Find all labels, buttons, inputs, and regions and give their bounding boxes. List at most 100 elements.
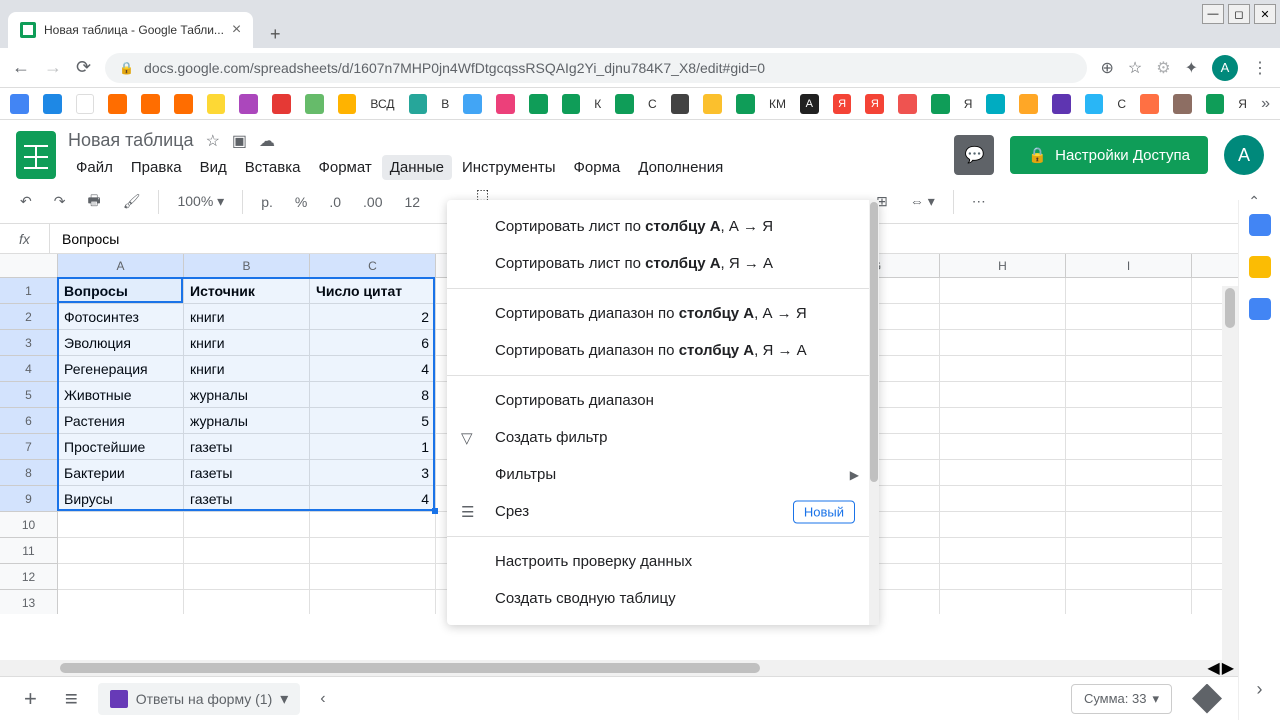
bookmark-icon[interactable] [898,94,917,114]
menu-данные[interactable]: Данные [382,155,452,180]
cell[interactable]: 1 [310,434,436,459]
cell[interactable]: книги [184,356,310,381]
bookmark-label[interactable]: КМ [769,97,786,111]
bookmark-icon[interactable]: Я [865,94,884,114]
url-field[interactable]: 🔒 docs.google.com/spreadsheets/d/1607n7M… [105,53,1086,83]
share-button[interactable]: 🔒 Настройки Доступа [1010,136,1208,174]
bookmark-label[interactable]: К [594,97,601,111]
bookmark-label[interactable]: В [441,97,449,111]
cell[interactable] [940,356,1066,381]
cell[interactable] [940,512,1066,537]
bookmark-icon[interactable] [615,94,634,114]
print-icon[interactable]: 🖶 [83,186,104,218]
star-icon[interactable]: ☆ [206,131,220,151]
bookmark-icon[interactable] [562,94,581,114]
bookmark-icon[interactable] [207,94,226,114]
dropdown-item[interactable]: Сортировать диапазон [447,382,879,419]
select-all-corner[interactable] [0,254,58,277]
row-header[interactable]: 7 [0,434,58,460]
menu-файл[interactable]: Файл [68,155,121,180]
bookmark-icon[interactable] [529,94,548,114]
bookmark-icon[interactable] [1085,94,1104,114]
cell[interactable] [940,304,1066,329]
bookmark-icon[interactable] [1052,94,1071,114]
cell[interactable]: Бактерии [58,460,184,485]
bookmark-icon[interactable] [272,94,291,114]
cell[interactable] [1066,512,1192,537]
move-icon[interactable]: ▣ [232,131,247,151]
cell[interactable] [184,564,310,589]
cell[interactable] [1066,330,1192,355]
cell[interactable] [310,564,436,589]
cell[interactable] [1066,486,1192,511]
sheets-logo-icon[interactable] [16,131,56,179]
menu-формат[interactable]: Формат [310,155,379,180]
reload-icon[interactable]: ⟳ [76,57,91,78]
cell[interactable] [58,512,184,537]
dropdown-item[interactable]: Сортировать диапазон по столбцу A, Я → А [447,332,879,369]
cell[interactable] [310,512,436,537]
bookmark-label[interactable]: С [648,97,657,111]
more-icon[interactable]: ⋯ [968,189,990,214]
cell[interactable] [1066,590,1192,614]
bookmark-icon[interactable] [141,94,160,114]
merge-icon[interactable]: ⇔ ▾ [906,189,939,214]
cell[interactable] [58,538,184,563]
cell[interactable] [1066,278,1192,303]
cell[interactable] [1066,460,1192,485]
cell[interactable]: журналы [184,408,310,433]
comments-button[interactable]: 💬 [954,135,994,175]
cell[interactable] [940,590,1066,614]
row-header[interactable]: 11 [0,538,58,564]
new-tab-button[interactable]: + [261,20,289,48]
vertical-scrollbar[interactable] [1222,286,1238,660]
bookmark-icon[interactable] [986,94,1005,114]
bookmark-label[interactable]: ВСД [370,97,394,111]
row-header[interactable]: 12 [0,564,58,590]
bookmark-icon[interactable] [496,94,515,114]
browser-tab[interactable]: Новая таблица - Google Табли... × [8,12,253,48]
menu-вид[interactable]: Вид [192,155,235,180]
cell[interactable]: журналы [184,382,310,407]
dropdown-item[interactable]: ☰СрезНовый [447,493,879,530]
cell[interactable]: 4 [310,486,436,511]
dropdown-item[interactable]: Настроить проверку данных [447,543,879,580]
sheet-tab[interactable]: Ответы на форму (1) ▾ [98,683,301,715]
cell[interactable] [310,590,436,614]
cell[interactable] [940,434,1066,459]
cell[interactable]: газеты [184,434,310,459]
zoom-icon[interactable]: ⊕ [1101,58,1114,78]
extensions-icon[interactable]: ✦ [1185,58,1198,78]
calendar-icon[interactable] [1249,214,1271,236]
cell[interactable]: Вирусы [58,486,184,511]
cell[interactable]: 4 [310,356,436,381]
cell[interactable] [58,564,184,589]
cell[interactable] [1066,538,1192,563]
row-header[interactable]: 10 [0,512,58,538]
cell[interactable]: газеты [184,460,310,485]
dropdown-item[interactable]: Создать сводную таблицу [447,580,879,617]
cell[interactable] [940,564,1066,589]
cell[interactable]: Простейшие [58,434,184,459]
row-header[interactable]: 3 [0,330,58,356]
cell[interactable]: Регенерация [58,356,184,381]
bookmark-icon[interactable] [1140,94,1159,114]
bookmark-icon[interactable] [703,94,722,114]
redo-icon[interactable]: ↷ [50,189,70,214]
explore-button[interactable] [1192,684,1222,714]
bookmark-label[interactable]: Я [1238,97,1247,111]
menu-инструменты[interactable]: Инструменты [454,155,564,180]
sheet-nav-icon[interactable]: ‹ [320,690,325,708]
bookmark-icon[interactable] [736,94,755,114]
bookmark-icon[interactable] [409,94,428,114]
cell[interactable] [940,460,1066,485]
doc-title[interactable]: Новая таблица [68,130,194,151]
zoom-dropdown[interactable]: 100% ▾ [173,189,228,214]
column-header[interactable]: I [1066,254,1192,277]
bookmark-icon[interactable] [10,94,29,114]
bookmark-icon[interactable] [931,94,950,114]
decrease-decimal-button[interactable]: .0 [325,190,345,214]
bookmarks-overflow-icon[interactable]: » [1261,95,1270,113]
cell[interactable]: газеты [184,486,310,511]
bookmark-icon[interactable] [671,94,690,114]
